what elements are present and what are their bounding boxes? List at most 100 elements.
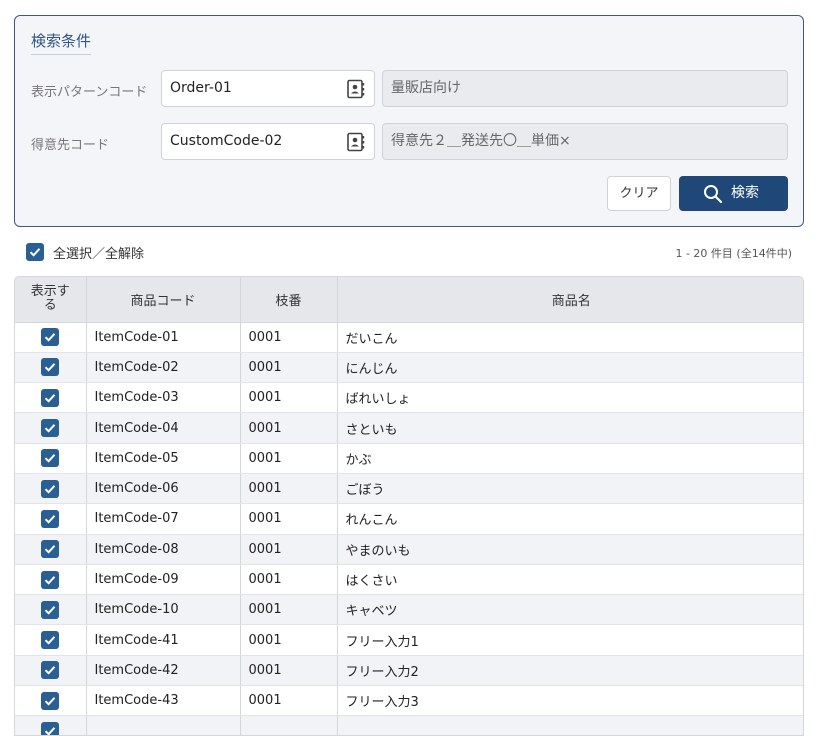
show-cell <box>15 412 87 444</box>
item-code-cell: ItemCode-42 <box>86 655 241 687</box>
row-checkbox[interactable] <box>41 600 60 619</box>
check-icon <box>45 727 56 735</box>
page-info: 1 - 20 件目 (全14件中) <box>675 247 792 260</box>
item-code-cell: ItemCode-10 <box>86 594 241 626</box>
select-all-checkbox[interactable] <box>26 243 44 261</box>
table-row: ItemCode-06 0001 ごぼう <box>15 473 803 505</box>
row-checkbox[interactable] <box>41 419 60 438</box>
row-checkbox[interactable] <box>41 479 60 498</box>
customer-code-input[interactable]: CustomCode-02 <box>161 123 375 160</box>
column-header-show[interactable]: 表示する <box>15 277 87 323</box>
item-name-cell: にんじん <box>337 352 803 384</box>
item-code-cell <box>86 715 241 735</box>
row-checkbox[interactable] <box>41 570 60 589</box>
table-row: ItemCode-09 0001 はくさい <box>15 564 803 596</box>
row-checkbox[interactable] <box>41 358 60 377</box>
check-icon <box>45 363 56 373</box>
row-checkbox[interactable] <box>41 691 60 710</box>
column-header-branch[interactable]: 枝番 <box>240 277 338 323</box>
check-icon <box>45 333 56 342</box>
item-code-cell: ItemCode-43 <box>86 685 241 717</box>
show-cell <box>15 624 87 656</box>
show-cell <box>15 564 87 596</box>
check-icon <box>45 484 56 494</box>
table-row: ItemCode-04 0001 さといも <box>15 412 803 444</box>
row-checkbox[interactable] <box>41 388 60 407</box>
branch-cell: 0001 <box>240 503 338 535</box>
item-name-cell: だいこん <box>337 322 803 353</box>
item-code-cell: ItemCode-02 <box>86 352 241 384</box>
row-checkbox[interactable] <box>41 540 60 559</box>
branch-cell: 0001 <box>240 473 338 505</box>
show-cell <box>15 655 87 687</box>
check-icon <box>45 393 56 403</box>
item-name-cell: やまのいも <box>337 534 803 565</box>
show-cell <box>15 322 87 353</box>
show-cell <box>15 503 87 535</box>
row-checkbox[interactable] <box>41 328 60 347</box>
table-row: ItemCode-10 0001 キャベツ <box>15 594 803 626</box>
select-all-label: 全選択／全解除 <box>53 246 145 262</box>
item-code-cell: ItemCode-03 <box>86 382 241 414</box>
table-row: ItemCode-01 0001 だいこん <box>15 322 803 353</box>
row-checkbox[interactable] <box>41 509 60 528</box>
table-row: ItemCode-08 0001 やまのいも <box>15 534 803 565</box>
branch-cell: 0001 <box>240 352 338 384</box>
branch-cell: 0001 <box>240 564 338 596</box>
table-row: ItemCode-42 0001 フリー入力2 <box>15 655 803 687</box>
row-checkbox[interactable] <box>41 449 60 468</box>
show-cell <box>15 473 87 505</box>
item-code-cell: ItemCode-01 <box>86 322 241 353</box>
table-row: ItemCode-41 0001 フリー入力1 <box>15 624 803 656</box>
check-icon <box>45 666 56 676</box>
row-checkbox[interactable] <box>41 631 60 650</box>
address-book-icon[interactable] <box>346 132 366 152</box>
check-icon <box>45 696 56 706</box>
check-icon <box>45 424 56 433</box>
item-name-cell: かぶ <box>337 443 803 474</box>
row-checkbox[interactable] <box>41 661 60 680</box>
table-row: ItemCode-02 0001 にんじん <box>15 352 803 384</box>
table-row: ItemCode-43 0001 フリー入力3 <box>15 685 803 717</box>
show-cell <box>15 382 87 414</box>
pattern-code-input[interactable]: Order-01 <box>161 70 375 107</box>
check-icon <box>45 454 56 463</box>
select-all-toggle[interactable]: 全選択／全解除 <box>26 242 144 262</box>
show-cell <box>15 443 87 474</box>
customer-code-value: CustomCode-02 <box>170 133 283 149</box>
column-header-item-name[interactable]: 商品名 <box>337 277 803 323</box>
check-icon <box>45 605 56 615</box>
column-header-item-code[interactable]: 商品コード <box>86 277 241 323</box>
customer-code-label: 得意先コード <box>31 138 110 153</box>
show-cell <box>15 715 87 735</box>
address-book-icon[interactable] <box>346 79 366 99</box>
item-name-cell <box>337 715 803 735</box>
pattern-name-display: 量販店向け <box>382 70 788 107</box>
column-header-label: 表示する <box>30 284 70 314</box>
check-icon <box>45 545 56 554</box>
check-icon <box>29 248 41 257</box>
item-name-cell: れんこん <box>337 503 803 535</box>
row-checkbox[interactable] <box>41 722 60 735</box>
customer-name-display: 得意先２＿発送先〇＿単価× <box>382 123 788 160</box>
search-button-label: 検索 <box>731 185 759 201</box>
item-table: 表示する 商品コード 枝番 商品名 ItemCode-01 0001 だいこん Ite… <box>14 276 804 736</box>
branch-cell: 0001 <box>240 594 338 626</box>
search-button[interactable]: 検索 <box>679 176 788 211</box>
clear-button[interactable]: クリア <box>607 176 671 211</box>
item-name-cell: はくさい <box>337 564 803 596</box>
branch-cell: 0001 <box>240 534 338 565</box>
check-icon <box>45 636 56 645</box>
item-code-cell: ItemCode-09 <box>86 564 241 596</box>
pattern-code-value: Order-01 <box>170 80 232 96</box>
item-name-cell: ごぼう <box>337 473 803 505</box>
table-row: ItemCode-07 0001 れんこん <box>15 503 803 535</box>
item-code-cell: ItemCode-07 <box>86 503 241 535</box>
show-cell <box>15 352 87 384</box>
panel-title: 検索条件 <box>31 30 92 55</box>
show-cell <box>15 534 87 565</box>
item-code-cell: ItemCode-05 <box>86 443 241 474</box>
branch-cell: 0001 <box>240 322 338 353</box>
check-icon <box>45 515 56 524</box>
pattern-code-label: 表示パターンコード <box>31 85 148 100</box>
